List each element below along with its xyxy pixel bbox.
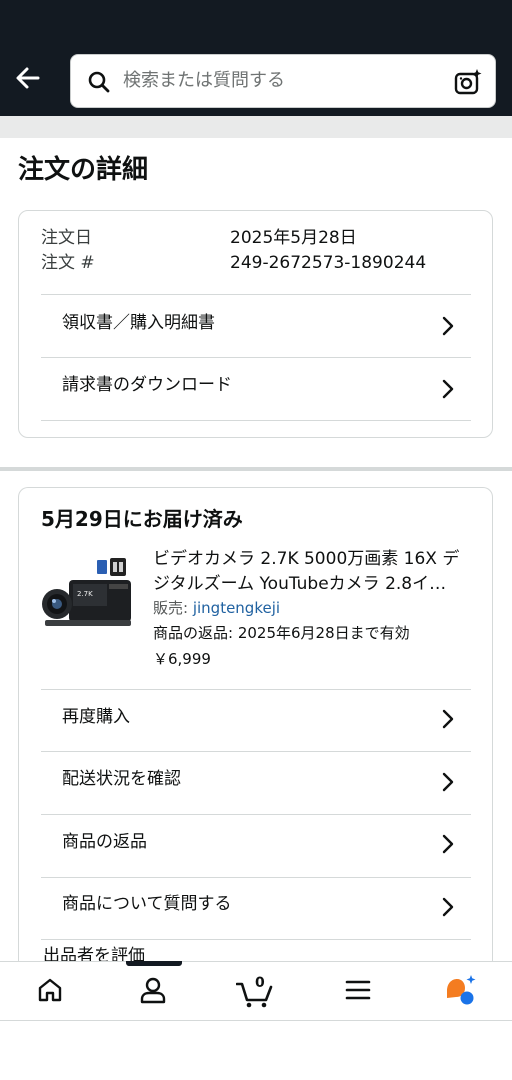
chevron-right-icon [440, 708, 456, 730]
rate-seller-label[interactable]: 出品者を評価 [43, 944, 145, 961]
divider [41, 420, 471, 421]
back-arrow-icon[interactable] [12, 62, 44, 94]
track-package-button[interactable]: 配送状況を確認 [19, 752, 492, 814]
nav-rufus[interactable] [442, 974, 478, 1010]
rufus-icon [443, 974, 477, 1010]
receipt-link-label: 領収書／購入明細書 [62, 313, 215, 333]
buy-again-label: 再度購入 [62, 707, 130, 727]
seller-link[interactable]: jingtengkeji [193, 599, 280, 617]
order-date-value: 2025年5月28日 [230, 228, 357, 248]
return-item-button[interactable]: 商品の返品 [19, 815, 492, 877]
seller-info: 販売: jingtengkeji [153, 597, 280, 619]
return-item-label: 商品の返品 [62, 832, 147, 852]
bottom-blank-area [0, 1021, 512, 1080]
home-icon [36, 976, 64, 1008]
return-window-text: 商品の返品: 2025年6月28日まで有効 [153, 624, 410, 642]
svg-text:2.7K: 2.7K [77, 590, 93, 598]
delivery-status: 5月29日にお届け済み [41, 507, 243, 531]
bottom-nav: 0 [0, 961, 512, 1021]
camera-search-icon[interactable] [453, 67, 483, 97]
divider [41, 939, 471, 940]
chevron-right-icon [440, 771, 456, 793]
active-tab-indicator [126, 961, 182, 966]
chevron-right-icon [440, 378, 456, 400]
shipment-card: 5月29日にお届け済み 2.7K ビデオカメラ 2.7K 5000万画素 16X… [18, 487, 493, 1007]
page-title: 注文の詳細 [18, 155, 149, 185]
cart-icon: 0 [235, 975, 274, 1008]
track-package-label: 配送状況を確認 [62, 769, 181, 789]
seller-label: 販売: [153, 599, 193, 617]
cart-count-badge: 0 [255, 975, 265, 991]
menu-icon [345, 978, 371, 1006]
header-gap [0, 116, 512, 138]
product-image[interactable]: 2.7K [39, 554, 135, 638]
chevron-right-icon [440, 833, 456, 855]
product-title-link[interactable]: ビデオカメラ 2.7K 5000万画素 16X デ ジタルズーム YouTube… [153, 547, 473, 597]
ask-question-label: 商品について質問する [62, 894, 232, 914]
order-date-label: 注文日 [41, 228, 92, 248]
order-info-card: 注文日 2025年5月28日 注文 # 249-2672573-1890244 … [18, 210, 493, 438]
invoice-download-label: 請求書のダウンロード [62, 375, 232, 395]
nav-menu[interactable] [340, 974, 376, 1010]
search-icon [87, 70, 111, 94]
chevron-right-icon [440, 315, 456, 337]
ask-question-button[interactable]: 商品について質問する [19, 878, 492, 940]
invoice-download-link[interactable]: 請求書のダウンロード [19, 358, 492, 420]
chevron-right-icon [440, 896, 456, 918]
order-number-value: 249-2672573-1890244 [230, 253, 427, 273]
product-title-line1: ビデオカメラ 2.7K 5000万画素 16X デ [153, 549, 460, 569]
top-header: 検索または質問する [0, 0, 512, 116]
order-number-label: 注文 # [41, 253, 95, 273]
product-price: ￥6,999 [153, 650, 211, 668]
nav-cart[interactable]: 0 [235, 974, 274, 1010]
nav-home[interactable] [32, 974, 68, 1010]
search-placeholder: 検索または質問する [123, 70, 285, 91]
product-title-line2: ジタルズーム YouTubeカメラ 2.8イ… [153, 574, 447, 594]
nav-account[interactable] [135, 974, 171, 1010]
receipt-link[interactable]: 領収書／購入明細書 [19, 295, 492, 357]
buy-again-button[interactable]: 再度購入 [19, 690, 492, 752]
account-icon [139, 976, 167, 1008]
search-input[interactable]: 検索または質問する [70, 54, 496, 108]
section-separator [0, 467, 512, 471]
